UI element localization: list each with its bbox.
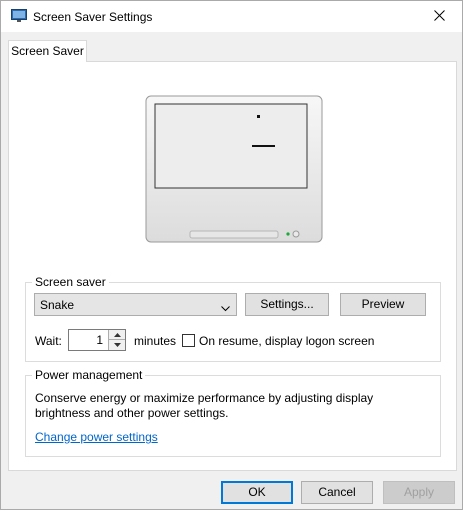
screen-saver-dropdown[interactable]: Snake <box>34 293 237 316</box>
screen-saver-group: Screen saver Snake Settings... Preview W… <box>25 275 441 362</box>
resume-logon-label[interactable]: On resume, display logon screen <box>199 334 374 348</box>
resume-logon-checkbox[interactable] <box>182 334 195 347</box>
change-power-settings-link[interactable]: Change power settings <box>35 430 158 444</box>
screen-saver-tab-panel: Screen saver Snake Settings... Preview W… <box>8 61 457 471</box>
monitor-preview <box>145 95 323 243</box>
screen-saver-selected: Snake <box>40 298 75 312</box>
power-management-group-label: Power management <box>32 368 146 382</box>
wait-minutes-value: 1 <box>96 333 103 347</box>
wait-label: Wait: <box>35 334 62 348</box>
close-icon <box>433 8 445 26</box>
spin-up-button[interactable] <box>108 330 125 340</box>
wait-minutes-stepper[interactable]: 1 <box>68 329 126 351</box>
window-title: Screen Saver Settings <box>33 10 153 24</box>
apply-button[interactable]: Apply <box>383 481 455 504</box>
spin-down-button[interactable] <box>108 340 125 350</box>
tab-screen-saver[interactable]: Screen Saver <box>8 40 87 62</box>
preview-button[interactable]: Preview <box>340 293 426 316</box>
power-description-line2: brightness and other power settings. <box>35 406 229 420</box>
power-management-group: Power management Conserve energy or maxi… <box>25 368 441 457</box>
settings-button[interactable]: Settings... <box>245 293 329 316</box>
cancel-button[interactable]: Cancel <box>301 481 373 504</box>
screen-saver-settings-window: Screen Saver Settings Screen Saver Scree… <box>0 0 463 510</box>
power-description-line1: Conserve energy or maximize performance … <box>35 391 374 405</box>
display-settings-icon <box>11 9 27 23</box>
close-button[interactable] <box>416 1 462 32</box>
chevron-down-icon <box>221 301 230 312</box>
title-bar: Screen Saver Settings <box>1 1 462 32</box>
screen-saver-group-label: Screen saver <box>32 275 109 289</box>
ok-button[interactable]: OK <box>221 481 293 504</box>
minutes-label: minutes <box>134 334 177 348</box>
